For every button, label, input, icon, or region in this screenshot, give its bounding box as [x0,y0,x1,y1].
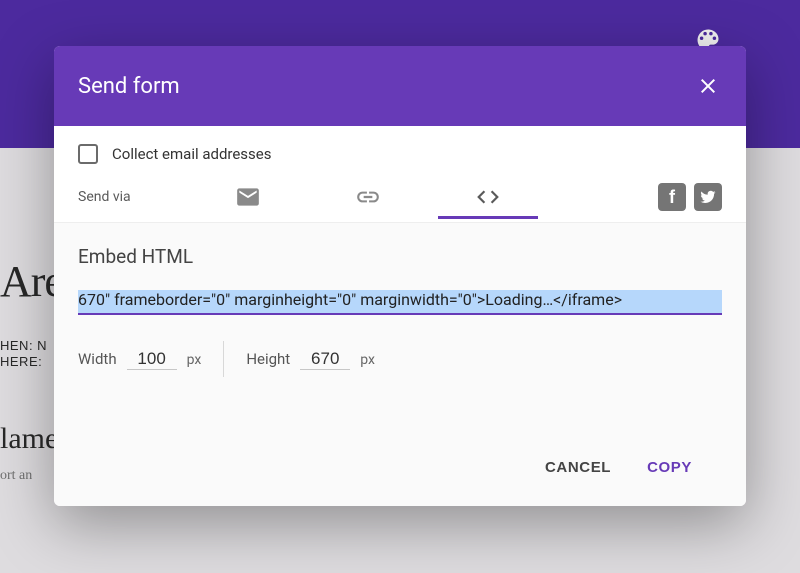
cancel-button[interactable]: CANCEL [539,451,617,484]
height-label: Height [246,350,290,368]
dialog-title: Send form [78,74,180,99]
link-icon [355,184,381,210]
embed-code-field[interactable]: 670" frameborder="0" marginheight="0" ma… [78,290,722,315]
width-unit: px [187,352,202,368]
collect-emails-label: Collect email addresses [112,145,272,163]
code-icon [475,184,501,210]
send-via-label: Send via [78,189,188,205]
tab-link[interactable] [308,175,428,219]
twitter-icon [699,188,717,206]
send-form-dialog: Send form Collect email addresses Send v… [54,46,746,506]
dialog-body: Collect email addresses Send via f [54,126,746,506]
facebook-share-button[interactable]: f [658,183,686,211]
close-icon [696,74,720,98]
facebook-icon: f [669,187,675,208]
send-via-row: Send via f [54,178,746,222]
height-unit: px [360,352,375,368]
copy-button[interactable]: COPY [641,451,698,484]
collect-emails-row: Collect email addresses [54,126,746,178]
embed-panel: Embed HTML 670" frameborder="0" marginhe… [54,222,746,506]
embed-heading: Embed HTML [78,245,722,268]
social-share: f [658,183,722,211]
width-input[interactable] [127,349,177,370]
field-divider [223,341,224,377]
width-field: Width px [78,349,201,370]
tab-email[interactable] [188,175,308,219]
dimensions-row: Width px Height px [78,341,722,377]
dialog-header: Send form [54,46,746,126]
close-button[interactable] [694,72,722,100]
height-field: Height px [246,349,375,370]
tab-embed[interactable] [428,175,548,219]
twitter-share-button[interactable] [694,183,722,211]
collect-emails-checkbox[interactable] [78,144,98,164]
dialog-actions: CANCEL COPY [78,429,722,506]
email-icon [235,184,261,210]
width-label: Width [78,350,117,368]
height-input[interactable] [300,349,350,370]
